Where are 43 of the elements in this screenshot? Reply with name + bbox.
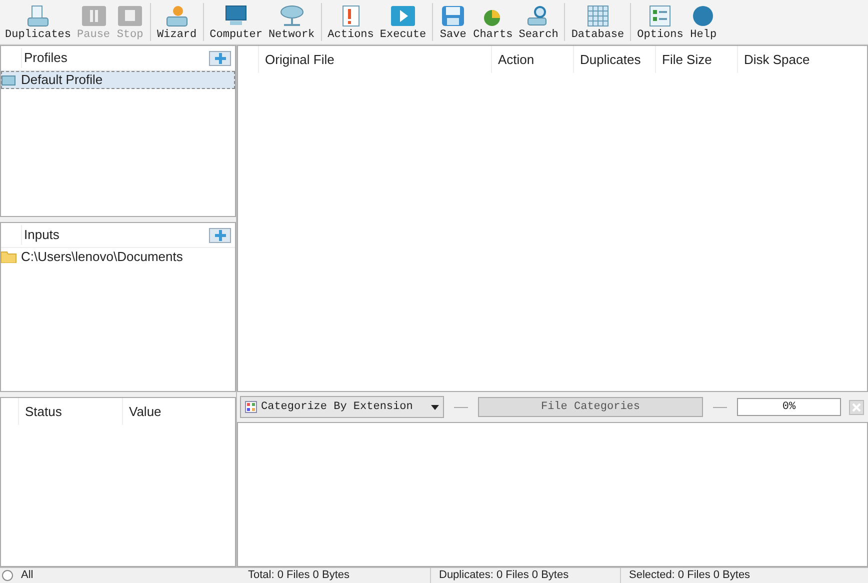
toolbar-button[interactable]: Help (686, 4, 720, 44)
caret-icon (431, 404, 439, 410)
play-icon (389, 4, 417, 28)
network-drive-icon (278, 4, 306, 28)
column-header[interactable]: Disk Space (737, 46, 867, 73)
color-grid-icon (245, 401, 257, 413)
plus-icon (214, 52, 226, 64)
stop-icon (116, 4, 144, 28)
profile-icon (1, 74, 17, 86)
column-header[interactable]: Status (18, 398, 122, 425)
column-header[interactable]: File Size (655, 46, 737, 73)
list-item[interactable]: C:\Users\lenovo\Documents (1, 248, 235, 266)
toolbar-button[interactable]: Wizard (154, 4, 200, 44)
column-header[interactable]: Action (491, 46, 573, 73)
column-header[interactable]: Duplicates (573, 46, 655, 73)
pause-icon (80, 4, 108, 28)
toolbar-button[interactable]: Network (265, 4, 318, 44)
column-header[interactable]: Original File (258, 46, 465, 73)
toolbar-button[interactable]: Duplicates (2, 4, 74, 44)
folder-icon (1, 251, 17, 263)
toolbar-button[interactable]: Execute (376, 4, 430, 44)
filter-radio[interactable]: All (0, 567, 240, 583)
list-item[interactable]: Default Profile (1, 71, 235, 89)
category-dropdown[interactable]: Categorize By Extension (240, 396, 444, 418)
toolbar-button[interactable]: Actions (324, 4, 377, 44)
file-categories-button[interactable]: File Categories (478, 397, 703, 417)
add-button[interactable] (209, 50, 231, 66)
progress-field: 0% (737, 398, 841, 416)
radio-icon (2, 570, 13, 581)
column-header[interactable]: Value (122, 398, 235, 425)
toolbar-button[interactable]: Options (634, 4, 686, 44)
close-button[interactable] (849, 400, 864, 414)
status-text: Selected: 0 Files 0 Bytes (620, 568, 868, 583)
add-button[interactable] (209, 228, 231, 242)
status-text: Duplicates: 0 Files 0 Bytes (430, 568, 620, 583)
toolbar-button[interactable]: Database (568, 4, 628, 44)
close-icon (852, 402, 861, 412)
plus-icon (214, 230, 226, 240)
toolbar-button[interactable]: Search (516, 4, 562, 44)
toolbar-button[interactable]: Charts (470, 4, 516, 44)
toolbar-button[interactable]: Computer (206, 4, 266, 44)
status-text: Total: 0 Files 0 Bytes (247, 568, 350, 583)
toolbar-button[interactable]: Save (436, 4, 470, 44)
